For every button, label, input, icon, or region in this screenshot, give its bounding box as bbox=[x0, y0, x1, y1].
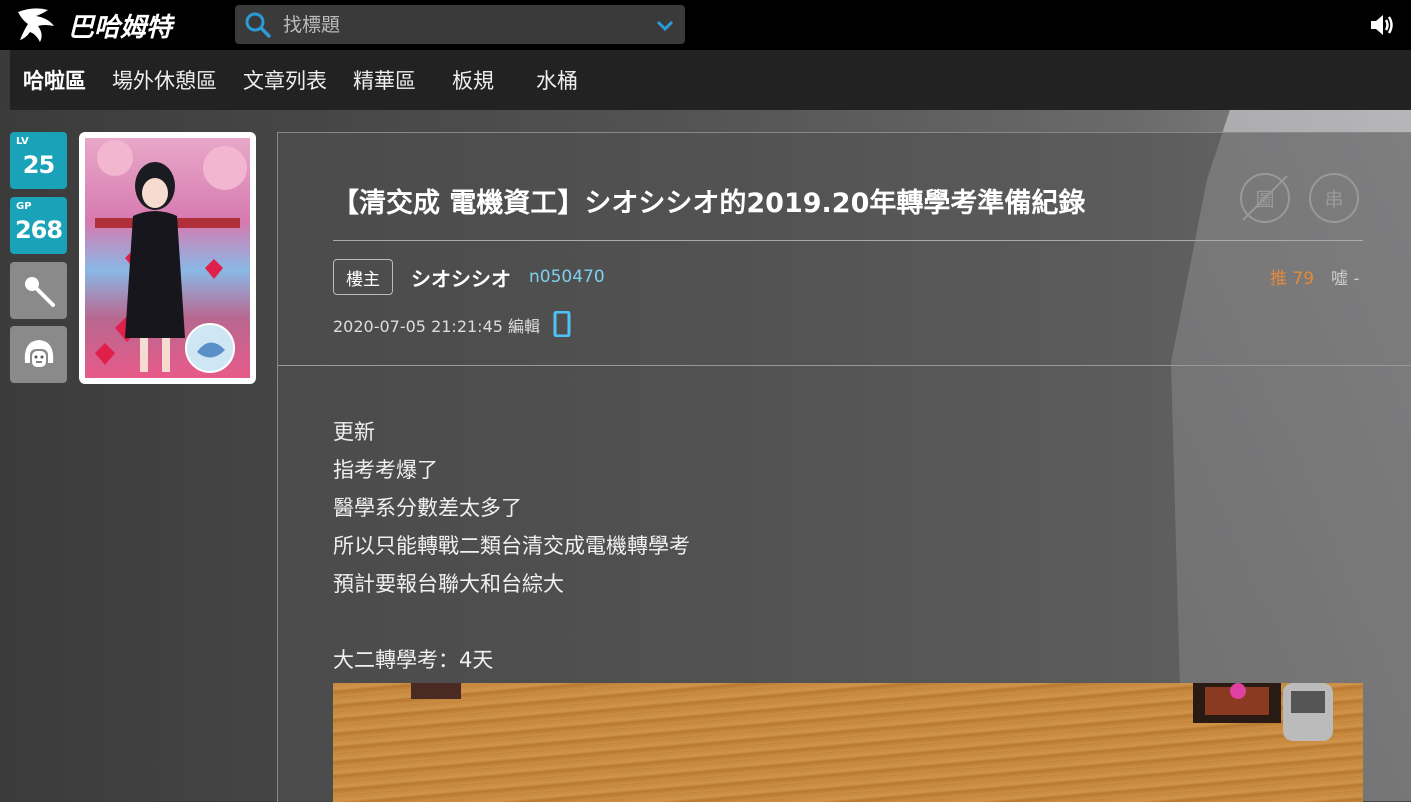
nav-item-rules[interactable]: 板規 bbox=[452, 65, 494, 95]
thread-button-label: 串 bbox=[1324, 188, 1344, 211]
post-body: 更新 指考考爆了 醫學系分數差太多了 所以只能轉戰二類台清交成電機轉學考 預計要… bbox=[333, 413, 690, 679]
nav-item-article-list[interactable]: 文章列表 bbox=[243, 65, 327, 95]
post-title: 【清交成 電機資工】シオシシオ的2019.20年轉學考準備紀錄 bbox=[332, 188, 1086, 219]
chevron-down-icon[interactable] bbox=[655, 15, 675, 35]
user-avatar[interactable] bbox=[79, 132, 256, 384]
mobile-device-icon bbox=[553, 311, 571, 337]
post-line: 指考考爆了 bbox=[333, 458, 438, 482]
nav-item-bucket[interactable]: 水桶 bbox=[536, 65, 578, 95]
board-nav: 哈啦區 場外休憩區 文章列表 精華區 板規 水桶 bbox=[10, 50, 1411, 110]
gp-badge[interactable]: GP 268 bbox=[10, 197, 67, 254]
disabled-slash-icon bbox=[1242, 175, 1288, 221]
desk-photo bbox=[411, 683, 1333, 741]
search-icon[interactable] bbox=[243, 10, 273, 40]
top-bar: 巴哈姆特 bbox=[0, 0, 1411, 50]
character-badge[interactable] bbox=[10, 326, 67, 383]
gp-value: 268 bbox=[14, 215, 63, 244]
author-name[interactable]: シオシシオ bbox=[411, 263, 511, 292]
title-divider bbox=[333, 240, 1363, 241]
gp-label: GP bbox=[16, 201, 32, 212]
avatar-illustration bbox=[85, 138, 250, 378]
search-input[interactable] bbox=[281, 12, 645, 37]
post-timestamp: 2020-07-05 21:21:45 編輯 bbox=[333, 317, 541, 336]
nav-item-hala[interactable]: 哈啦區 bbox=[23, 65, 86, 95]
level-value: 25 bbox=[22, 150, 55, 179]
character-face-icon bbox=[24, 339, 53, 369]
level-badge[interactable]: LV 25 bbox=[10, 132, 67, 189]
volume-icon[interactable] bbox=[1367, 10, 1397, 40]
microphone-icon bbox=[24, 276, 55, 307]
post-card: 【清交成 電機資工】シオシシオ的2019.20年轉學考準備紀錄 圖 串 樓主 シ… bbox=[277, 132, 1411, 802]
owner-label: 樓主 bbox=[346, 269, 380, 290]
logo-text: 巴哈姆特 bbox=[68, 12, 173, 43]
post-line: 更新 bbox=[333, 420, 375, 444]
author-id[interactable]: n050470 bbox=[529, 267, 605, 287]
anime-character-figure bbox=[95, 140, 247, 373]
header-divider bbox=[278, 365, 1411, 366]
image-toggle-button[interactable]: 圖 bbox=[1240, 173, 1290, 223]
push-count[interactable]: 推 79 bbox=[1270, 264, 1314, 289]
post-photo[interactable] bbox=[333, 683, 1363, 802]
thread-button[interactable]: 串 bbox=[1309, 173, 1359, 223]
dragon-logo-icon bbox=[18, 8, 54, 42]
microphone-badge[interactable] bbox=[10, 262, 67, 319]
owner-badge: 樓主 bbox=[333, 259, 393, 295]
countdown-line: 大二轉學考：4天 bbox=[333, 648, 494, 672]
nav-item-featured[interactable]: 精華區 bbox=[353, 65, 416, 95]
post-line: 所以只能轉戰二類台清交成電機轉學考 bbox=[333, 534, 690, 558]
nav-item-outside[interactable]: 場外休憩區 bbox=[112, 65, 217, 95]
site-logo[interactable]: 巴哈姆特 bbox=[14, 4, 172, 46]
post-line: 預計要報台聯大和台綜大 bbox=[333, 572, 564, 596]
search-bar[interactable] bbox=[235, 5, 685, 44]
level-label: LV bbox=[16, 136, 29, 147]
boo-count[interactable]: 噓 - bbox=[1331, 264, 1360, 289]
post-line: 醫學系分數差太多了 bbox=[333, 496, 522, 520]
